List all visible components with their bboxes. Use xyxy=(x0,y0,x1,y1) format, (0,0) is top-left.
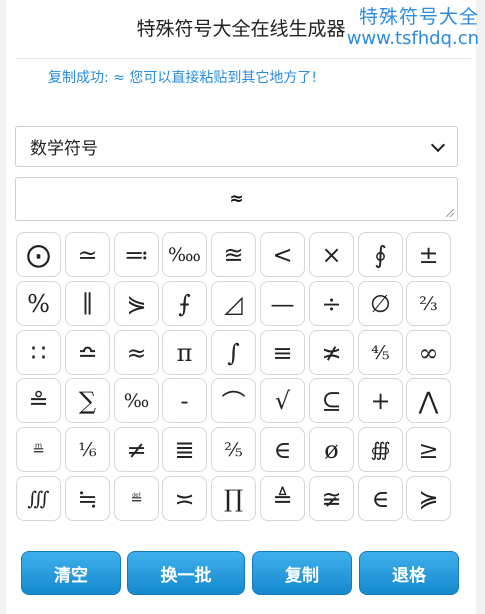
backspace-button[interactable]: 退格 xyxy=(359,551,459,595)
symbol-key[interactable]: ‱ xyxy=(162,232,207,277)
symbol-key[interactable]: × xyxy=(309,232,354,277)
symbol-key[interactable]: ≆ xyxy=(309,476,354,521)
symbol-key[interactable]: - xyxy=(162,378,207,423)
symbol-key[interactable]: ø xyxy=(309,427,354,472)
symbol-key[interactable]: ⨍ xyxy=(162,281,207,326)
symbol-key[interactable]: ≞ xyxy=(16,427,61,472)
symbol-key[interactable]: ∅ xyxy=(358,281,403,326)
symbol-key[interactable]: ≜ xyxy=(260,476,305,521)
watermark-title: 特殊符号大全 xyxy=(358,6,479,28)
symbol-key[interactable]: ⌒ xyxy=(211,378,256,423)
symbol-key[interactable]: ∭ xyxy=(16,476,61,521)
watermark-url: www.tsfhdq.cn xyxy=(346,28,479,49)
symbol-key[interactable]: ⅔ xyxy=(406,281,451,326)
symbol-key[interactable]: ≈ xyxy=(114,330,159,375)
symbol-key[interactable]: ≥ xyxy=(406,427,451,472)
symbol-key[interactable]: — xyxy=(260,281,305,326)
symbol-key[interactable]: ∫ xyxy=(211,330,256,375)
symbol-key[interactable]: ⅖ xyxy=(211,427,256,472)
symbol-key[interactable]: ± xyxy=(406,232,451,277)
symbol-key[interactable]: + xyxy=(358,378,403,423)
symbol-key[interactable]: ∞ xyxy=(406,330,451,375)
symbol-key[interactable]: ≕ xyxy=(114,232,159,277)
symbol-key[interactable]: < xyxy=(260,232,305,277)
symbol-key[interactable]: ∏ xyxy=(211,476,256,521)
symbol-key[interactable]: % xyxy=(16,281,61,326)
symbol-key[interactable]: ≏ xyxy=(65,330,110,375)
divider xyxy=(16,58,471,59)
symbol-key[interactable]: ∥ xyxy=(65,281,110,326)
symbol-key[interactable]: ∑ xyxy=(65,378,110,423)
clear-button[interactable]: 清空 xyxy=(21,551,121,595)
symbol-key[interactable]: ≃ xyxy=(65,232,110,277)
symbol-key[interactable]: ⅙ xyxy=(65,427,110,472)
symbol-key[interactable]: ≭ xyxy=(309,330,354,375)
symbol-key[interactable]: ≝ xyxy=(114,476,159,521)
symbol-key[interactable]: ≠ xyxy=(114,427,159,472)
symbol-key[interactable]: ≗ xyxy=(16,378,61,423)
symbol-key[interactable]: ∈ xyxy=(260,427,305,472)
output-textarea[interactable]: ≈ xyxy=(15,177,458,221)
category-select-value: 数学符号 xyxy=(30,139,98,159)
symbol-key[interactable]: ≊ xyxy=(211,232,256,277)
resize-grip-icon[interactable] xyxy=(446,209,454,217)
next-batch-button[interactable]: 换一批 xyxy=(127,551,245,595)
copy-button[interactable]: 复制 xyxy=(252,551,352,595)
symbol-key[interactable]: ⋟ xyxy=(114,281,159,326)
symbol-key[interactable]: ≍ xyxy=(162,476,207,521)
symbol-key[interactable]: ⨀ xyxy=(16,232,61,277)
output-value: ≈ xyxy=(229,189,244,209)
symbol-key[interactable]: ⋀ xyxy=(406,378,451,423)
symbol-key[interactable]: ‰ xyxy=(114,378,159,423)
symbol-key[interactable]: ∮ xyxy=(358,232,403,277)
page: 特殊符号大全在线生成器 复制成功: ≈ 您可以直接粘贴到其它地方了! 数学符号 … xyxy=(6,0,476,614)
symbol-key[interactable]: ≒ xyxy=(65,476,110,521)
symbol-key[interactable]: ∰ xyxy=(358,427,403,472)
symbol-key[interactable]: ≽ xyxy=(406,476,451,521)
symbol-grid: ⨀ ≃ ≕ ‱ ≊ < × ∮ ±% ∥ ⋟ ⨍ ◿ — ÷ ∅ ⅔ ∷ ≏ ≈ π ∫ ≡ ≭ ⅘ ∞ ≗ ∑ ‰ - ⌒ √ ⊆ + ⋀ ≞ ⅙ ≠ ≣… xyxy=(16,232,461,522)
copy-status-message: 复制成功: ≈ 您可以直接粘贴到其它地方了! xyxy=(48,70,317,86)
symbol-key[interactable]: ⅘ xyxy=(358,330,403,375)
chevron-down-icon xyxy=(430,137,446,152)
symbol-key[interactable]: ÷ xyxy=(309,281,354,326)
symbol-key[interactable]: ≡ xyxy=(260,330,305,375)
symbol-key[interactable]: ⊆ xyxy=(309,378,354,423)
category-select[interactable]: 数学符号 xyxy=(15,126,458,167)
symbol-key[interactable]: ∈ xyxy=(358,476,403,521)
symbol-key[interactable]: ∷ xyxy=(16,330,61,375)
symbol-key[interactable]: ◿ xyxy=(211,281,256,326)
symbol-key[interactable]: √ xyxy=(260,378,305,423)
symbol-key[interactable]: ≣ xyxy=(162,427,207,472)
symbol-key[interactable]: π xyxy=(162,330,207,375)
